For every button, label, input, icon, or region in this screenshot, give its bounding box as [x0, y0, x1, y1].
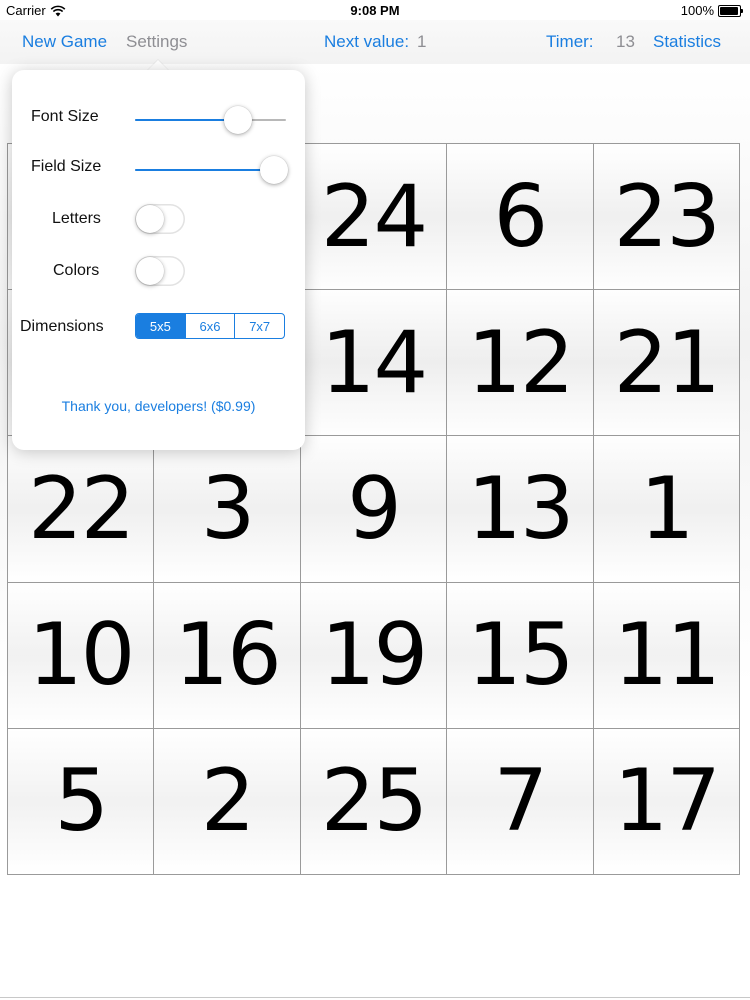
grid-cell[interactable]: 19: [300, 582, 448, 729]
letters-switch[interactable]: [135, 204, 185, 234]
colors-switch-knob: [136, 257, 164, 285]
bottom-divider: [0, 997, 750, 998]
grid-cell[interactable]: 7: [447, 728, 594, 875]
grid-cell[interactable]: 25: [300, 728, 448, 875]
timer-value: 13: [616, 32, 635, 51]
letters-switch-knob: [136, 205, 164, 233]
status-bar: Carrier 9:08 PM 100%: [0, 0, 750, 20]
field-size-slider[interactable]: [135, 155, 288, 185]
status-time: 9:08 PM: [350, 3, 400, 18]
font-size-slider-thumb[interactable]: [224, 106, 252, 134]
grid-cell[interactable]: 22: [8, 436, 155, 583]
field-size-slider-thumb[interactable]: [260, 156, 288, 184]
grid-cell[interactable]: 10: [8, 582, 155, 729]
next-value-label: Next value:: [324, 32, 410, 51]
grid-cell[interactable]: 21: [593, 290, 740, 437]
dimension-option-5x5[interactable]: 5x5: [136, 314, 185, 338]
dimension-option-7x7[interactable]: 7x7: [234, 314, 284, 338]
grid-cell[interactable]: 12: [447, 290, 594, 437]
grid-cell[interactable]: 11: [593, 582, 740, 729]
font-size-slider[interactable]: [135, 105, 286, 135]
grid-cell[interactable]: 3: [154, 436, 301, 583]
battery-area: 100%: [681, 3, 744, 18]
settings-popover: Font Size Field Size Letters Colors Dime…: [12, 70, 305, 450]
grid-cell[interactable]: 17: [593, 728, 740, 875]
dimension-option-6x6[interactable]: 6x6: [184, 314, 235, 338]
grid-cell[interactable]: 24: [300, 144, 448, 291]
grid-cell[interactable]: 23: [593, 144, 740, 291]
battery-percent: 100%: [680, 3, 714, 18]
letters-label: Letters: [52, 210, 101, 227]
settings-button[interactable]: Settings: [126, 32, 187, 52]
font-size-slider-fill: [135, 119, 238, 121]
dimensions-label: Dimensions: [20, 318, 104, 335]
timer-label: Timer:: [546, 32, 594, 51]
field-size-label: Field Size: [31, 158, 102, 175]
grid-cell[interactable]: 2: [154, 728, 301, 875]
statistics-button[interactable]: Statistics: [653, 32, 721, 52]
colors-label: Colors: [53, 262, 100, 279]
grid-cell[interactable]: 15: [447, 582, 594, 729]
new-game-button[interactable]: New Game: [22, 32, 107, 52]
thank-developers-button[interactable]: Thank you, developers! ($0.99): [12, 398, 305, 414]
grid-cell[interactable]: 5: [8, 728, 155, 875]
toolbar: New Game Settings Next value: 1 Timer: 1…: [0, 20, 750, 64]
battery-icon: [718, 4, 744, 17]
grid-cell[interactable]: 1: [593, 436, 740, 583]
grid-cell[interactable]: 9: [300, 436, 448, 583]
font-size-label: Font Size: [31, 108, 99, 125]
grid-cell[interactable]: 6: [447, 144, 594, 291]
grid-cell[interactable]: 14: [300, 290, 448, 437]
grid-cell[interactable]: 16: [154, 582, 301, 729]
field-size-slider-fill: [135, 169, 274, 171]
grid-cell[interactable]: 13: [447, 436, 594, 583]
dimensions-segmented-control[interactable]: 5x5 6x6 7x7: [135, 313, 285, 339]
next-value: 1: [417, 32, 427, 51]
colors-switch[interactable]: [135, 256, 185, 286]
